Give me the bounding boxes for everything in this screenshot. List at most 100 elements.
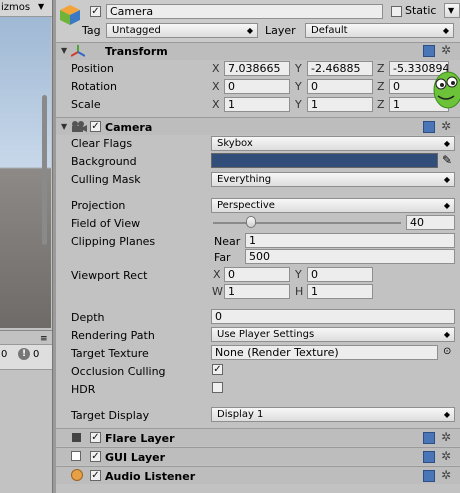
axis-x-label: X — [212, 80, 220, 93]
target-display-dropdown[interactable]: Display 1 ◆ — [211, 407, 455, 422]
camera-title: Camera — [105, 121, 153, 134]
viewport-w-label: W — [212, 285, 223, 298]
gear-icon[interactable]: ✲ — [441, 469, 451, 481]
gui-layer-icon — [71, 451, 81, 461]
culling-mask-value: Everything — [217, 174, 272, 185]
viewport-x-field[interactable]: 0 — [224, 267, 290, 282]
gear-icon[interactable]: ✲ — [441, 431, 451, 443]
chevron-down-icon: ◆ — [443, 139, 450, 148]
viewport-h-label: H — [295, 285, 304, 298]
chevron-down-icon: ◆ — [246, 26, 253, 35]
audio-listener-icon — [71, 469, 83, 481]
log-count: 0 — [1, 349, 8, 360]
scale-label: Scale — [71, 98, 101, 111]
static-dropdown[interactable]: ▼ — [444, 3, 460, 18]
far-label: Far — [214, 251, 231, 264]
fov-slider-track[interactable] — [213, 222, 401, 224]
panel-menu-icon[interactable]: ≡ — [40, 334, 48, 344]
projection-label: Projection — [71, 199, 126, 212]
viewport-w-field[interactable]: 1 — [224, 284, 290, 299]
near-label: Near — [214, 235, 241, 248]
fov-field[interactable]: 40 — [406, 215, 455, 230]
static-checkbox[interactable] — [391, 6, 402, 17]
rotation-x-field[interactable]: 0 — [224, 79, 290, 94]
layer-value: Default — [311, 25, 348, 36]
position-y-field[interactable]: -2.46885 — [307, 61, 373, 76]
help-book-icon[interactable] — [423, 45, 435, 57]
far-field[interactable]: 500 — [245, 249, 455, 264]
scale-y-field[interactable]: 1 — [307, 97, 373, 112]
axis-y-label: Y — [295, 98, 302, 111]
target-texture-label: Target Texture — [71, 347, 149, 360]
foldout-icon[interactable]: ▼ — [61, 122, 67, 131]
eyedropper-icon[interactable]: ✎ — [442, 153, 452, 167]
scene-scrollbar[interactable] — [42, 95, 47, 245]
help-book-icon[interactable] — [423, 432, 435, 444]
fov-slider-thumb[interactable] — [245, 216, 256, 228]
gear-icon[interactable]: ✲ — [441, 120, 451, 132]
axis-z-label: Z — [377, 98, 385, 111]
occlusion-culling-label: Occlusion Culling — [71, 365, 166, 378]
axis-x-label: X — [212, 62, 220, 75]
gizmos-button[interactable]: izmos — [1, 2, 30, 13]
axis-z-label: Z — [377, 62, 385, 75]
rendering-path-label: Rendering Path — [71, 329, 155, 342]
culling-mask-label: Culling Mask — [71, 173, 141, 186]
depth-field[interactable]: 0 — [211, 309, 455, 324]
transform-icon — [71, 45, 85, 57]
hdr-checkbox[interactable] — [212, 382, 223, 393]
foldout-icon[interactable]: ▼ — [61, 46, 67, 55]
object-name-field[interactable]: Camera — [106, 4, 383, 19]
help-book-icon[interactable] — [423, 451, 435, 463]
chevron-down-icon: ◆ — [443, 175, 450, 184]
chevron-down-icon: ◆ — [442, 26, 449, 35]
audio-listener-checkbox[interactable]: ✓ — [90, 470, 101, 481]
depth-label: Depth — [71, 311, 105, 324]
position-x-field[interactable]: 7.038665 — [224, 61, 290, 76]
help-book-icon[interactable] — [423, 121, 435, 133]
layer-label: Layer — [265, 24, 296, 37]
clipping-planes-label: Clipping Planes — [71, 235, 156, 248]
viewport-y-field[interactable]: 0 — [307, 267, 373, 282]
culling-mask-dropdown[interactable]: Everything ◆ — [211, 172, 455, 187]
panel-divider — [0, 330, 52, 331]
object-picker-icon[interactable]: ⊙ — [443, 346, 451, 357]
layer-dropdown[interactable]: Default ◆ — [305, 23, 454, 38]
position-label: Position — [71, 62, 114, 75]
mascot-icon — [433, 71, 460, 109]
chevron-down-icon: ◆ — [443, 330, 450, 339]
gizmos-dropdown-icon[interactable]: ▼ — [38, 2, 44, 11]
scale-x-field[interactable]: 1 — [224, 97, 290, 112]
rotation-label: Rotation — [71, 80, 118, 93]
viewport-x-label: X — [213, 268, 221, 281]
hdr-label: HDR — [71, 383, 96, 396]
flare-layer-checkbox[interactable]: ✓ — [90, 432, 101, 443]
gear-icon[interactable]: ✲ — [441, 44, 451, 56]
target-texture-field[interactable]: None (Render Texture) — [211, 345, 438, 360]
background-label: Background — [71, 155, 137, 168]
flare-layer-icon — [72, 433, 81, 442]
background-color-field[interactable] — [211, 153, 438, 168]
gear-icon[interactable]: ✲ — [441, 450, 451, 462]
clear-flags-dropdown[interactable]: Skybox ◆ — [211, 136, 455, 151]
warning-icon[interactable]: ! — [18, 348, 30, 360]
axis-y-label: Y — [295, 80, 302, 93]
chevron-down-icon: ◆ — [443, 201, 450, 210]
flare-layer-title: Flare Layer — [105, 432, 175, 445]
viewport-rect-label: Viewport Rect — [71, 269, 148, 282]
active-checkbox[interactable]: ✓ — [90, 6, 101, 17]
rotation-y-field[interactable]: 0 — [307, 79, 373, 94]
camera-enabled-checkbox[interactable]: ✓ — [90, 121, 101, 132]
projection-dropdown[interactable]: Perspective ◆ — [211, 198, 455, 213]
viewport-h-field[interactable]: 1 — [307, 284, 373, 299]
axis-y-label: Y — [295, 62, 302, 75]
camera-icon — [72, 121, 87, 132]
occlusion-culling-checkbox[interactable]: ✓ — [212, 364, 223, 375]
fov-label: Field of View — [71, 217, 141, 230]
tag-dropdown[interactable]: Untagged ◆ — [106, 23, 258, 38]
clear-flags-label: Clear Flags — [71, 137, 133, 150]
help-book-icon[interactable] — [423, 470, 435, 482]
near-field[interactable]: 1 — [245, 233, 455, 248]
rendering-path-dropdown[interactable]: Use Player Settings ◆ — [211, 327, 455, 342]
gui-layer-checkbox[interactable]: ✓ — [90, 451, 101, 462]
